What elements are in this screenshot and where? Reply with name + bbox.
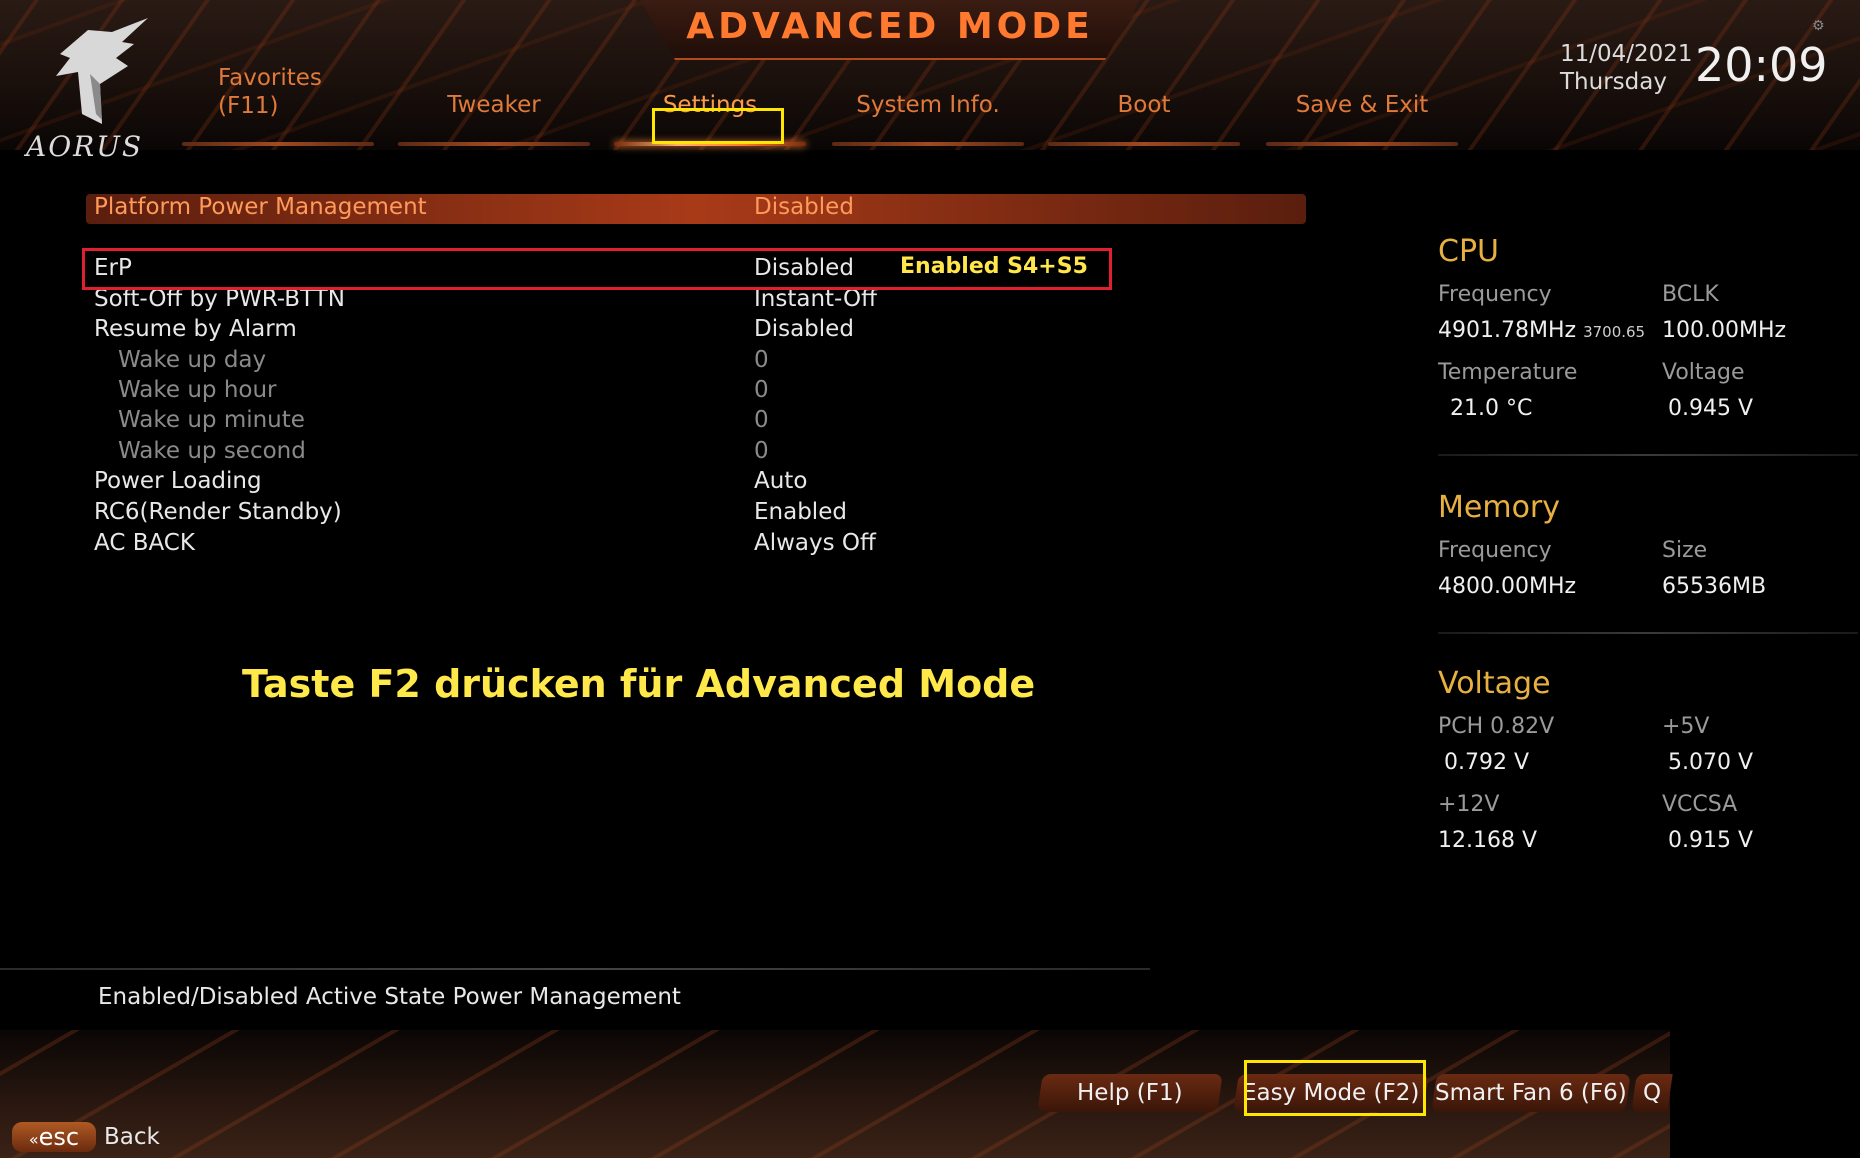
cpu-voltage-value: 0.945 V bbox=[1668, 396, 1754, 421]
cpu-temperature-label: Temperature bbox=[1438, 360, 1578, 385]
voltage-title: Voltage bbox=[1438, 666, 1551, 701]
aorus-logo-text: AORUS bbox=[26, 130, 144, 163]
settings-tab-highlight bbox=[652, 108, 784, 144]
tab-tweaker[interactable]: Tweaker bbox=[398, 76, 590, 146]
setting-name: RC6(Render Standby) bbox=[94, 499, 342, 525]
cpu-frequency-number: 4901.78MHz bbox=[1438, 318, 1577, 343]
setting-value: Disabled bbox=[754, 194, 854, 220]
setting-name: Wake up day bbox=[118, 347, 267, 373]
easy-mode-highlight bbox=[1244, 1060, 1426, 1116]
tab-underline bbox=[832, 142, 1024, 146]
esc-button[interactable]: «esc bbox=[12, 1122, 96, 1152]
page-title: ADVANCED MODE bbox=[686, 6, 1094, 47]
vccsa-voltage-value: 0.915 V bbox=[1668, 828, 1754, 853]
weekday-text: Thursday bbox=[1560, 69, 1667, 95]
cpu-frequency-label: Frequency bbox=[1438, 282, 1552, 307]
setting-soft-off[interactable]: Soft-Off by PWR-BTTN Instant-Off bbox=[94, 286, 994, 316]
setting-value: Auto bbox=[754, 468, 808, 494]
gear-icon[interactable]: ⚙ bbox=[1812, 18, 1826, 34]
setting-name: Power Loading bbox=[94, 468, 262, 494]
tab-underline bbox=[182, 142, 374, 146]
setting-value: 0 bbox=[754, 407, 769, 433]
clock: 20:09 bbox=[1695, 38, 1828, 92]
date-display: 11/04/2021 Thursday bbox=[1560, 40, 1693, 96]
setting-name: Wake up minute bbox=[118, 407, 305, 433]
back-label: Back bbox=[104, 1124, 160, 1150]
setting-value: 0 bbox=[754, 347, 769, 373]
setting-value: Always Off bbox=[754, 530, 876, 556]
setting-power-loading[interactable]: Power Loading Auto bbox=[94, 468, 994, 498]
setting-name: Resume by Alarm bbox=[94, 316, 297, 342]
esc-label: esc bbox=[38, 1123, 80, 1151]
setting-name: Wake up second bbox=[118, 438, 306, 464]
5v-voltage-label: +5V bbox=[1662, 714, 1710, 739]
memory-title: Memory bbox=[1438, 490, 1561, 525]
tab-save-exit-label: Save & Exit bbox=[1295, 92, 1429, 118]
cpu-frequency-value: 4901.78MHz 3700.65 bbox=[1438, 318, 1645, 343]
tab-boot[interactable]: Boot bbox=[1048, 76, 1240, 146]
setting-rc6-render-standby[interactable]: RC6(Render Standby) Enabled bbox=[94, 499, 994, 529]
pch-voltage-label: PCH 0.82V bbox=[1438, 714, 1555, 739]
setting-value: 0 bbox=[754, 377, 769, 403]
setting-resume-by-alarm[interactable]: Resume by Alarm Disabled bbox=[94, 316, 994, 346]
tab-underline bbox=[398, 142, 590, 146]
vccsa-voltage-label: VCCSA bbox=[1662, 792, 1738, 817]
tab-save-exit[interactable]: Save & Exit bbox=[1266, 76, 1458, 146]
setting-wake-up-second: Wake up second 0 bbox=[94, 438, 994, 468]
pch-voltage-value: 0.792 V bbox=[1444, 750, 1530, 775]
setting-wake-up-day: Wake up day 0 bbox=[94, 347, 994, 377]
help-divider bbox=[0, 968, 1150, 970]
setting-name: AC BACK bbox=[94, 530, 195, 556]
setting-platform-power-management[interactable]: Platform Power Management Disabled bbox=[94, 194, 994, 224]
memory-size-value: 65536MB bbox=[1662, 574, 1767, 599]
tab-system-info-label: System Info. bbox=[856, 92, 1000, 118]
tab-favorites-line2: (F11) bbox=[218, 93, 279, 119]
tab-underline bbox=[1048, 142, 1240, 146]
memory-frequency-value: 4800.00MHz bbox=[1438, 574, 1577, 599]
cpu-voltage-label: Voltage bbox=[1662, 360, 1745, 385]
12v-voltage-label: +12V bbox=[1438, 792, 1500, 817]
setting-value: Disabled bbox=[754, 316, 854, 342]
setting-wake-up-minute: Wake up minute 0 bbox=[94, 407, 994, 437]
cpu-bclk-label: BCLK bbox=[1662, 282, 1719, 307]
aorus-eagle-icon bbox=[56, 18, 148, 124]
panel-divider bbox=[1438, 632, 1858, 634]
tab-favorites[interactable]: Favorites (F11) bbox=[182, 65, 374, 146]
5v-voltage-value: 5.070 V bbox=[1668, 750, 1754, 775]
setting-name: Platform Power Management bbox=[94, 194, 427, 220]
q-flash-button-label: Q bbox=[1642, 1080, 1662, 1106]
setting-wake-up-hour: Wake up hour 0 bbox=[94, 377, 994, 407]
help-description: Enabled/Disabled Active State Power Mana… bbox=[98, 984, 681, 1010]
q-flash-button[interactable]: Q bbox=[1631, 1074, 1673, 1112]
date-text: 11/04/2021 bbox=[1560, 41, 1693, 67]
tab-favorites-line1: Favorites bbox=[218, 65, 322, 91]
tab-favorites-label: Favorites (F11) bbox=[218, 64, 374, 120]
setting-ac-back[interactable]: AC BACK Always Off bbox=[94, 530, 994, 560]
setting-name: Wake up hour bbox=[118, 377, 277, 403]
instruction-annotation: Taste F2 drücken für Advanced Mode bbox=[242, 662, 1036, 706]
tab-boot-label: Boot bbox=[1117, 92, 1171, 118]
setting-value: Enabled bbox=[754, 499, 847, 525]
chevron-left-icon: « bbox=[28, 1130, 39, 1149]
memory-frequency-label: Frequency bbox=[1438, 538, 1552, 563]
footer-cutoff bbox=[1670, 1030, 1860, 1158]
help-button[interactable]: Help (F1) bbox=[1037, 1074, 1223, 1112]
tab-tweaker-label: Tweaker bbox=[447, 92, 541, 118]
cpu-temperature-value: 21.0 °C bbox=[1450, 396, 1533, 421]
12v-voltage-value: 12.168 V bbox=[1438, 828, 1538, 853]
cpu-bclk-value: 100.00MHz bbox=[1662, 318, 1787, 343]
memory-size-label: Size bbox=[1662, 538, 1708, 563]
cpu-title: CPU bbox=[1438, 234, 1499, 269]
smart-fan-button-label: Smart Fan 6 (F6) bbox=[1435, 1080, 1627, 1106]
setting-value: 0 bbox=[754, 438, 769, 464]
panel-divider bbox=[1438, 454, 1858, 456]
tab-underline bbox=[1266, 142, 1458, 146]
cpu-frequency-base: 3700.65 bbox=[1583, 323, 1646, 341]
smart-fan-button[interactable]: Smart Fan 6 (F6) bbox=[1431, 1074, 1631, 1112]
erp-annotation: Enabled S4+S5 bbox=[900, 254, 1088, 279]
tab-system-info[interactable]: System Info. bbox=[832, 76, 1024, 146]
help-button-label: Help (F1) bbox=[1077, 1080, 1183, 1106]
